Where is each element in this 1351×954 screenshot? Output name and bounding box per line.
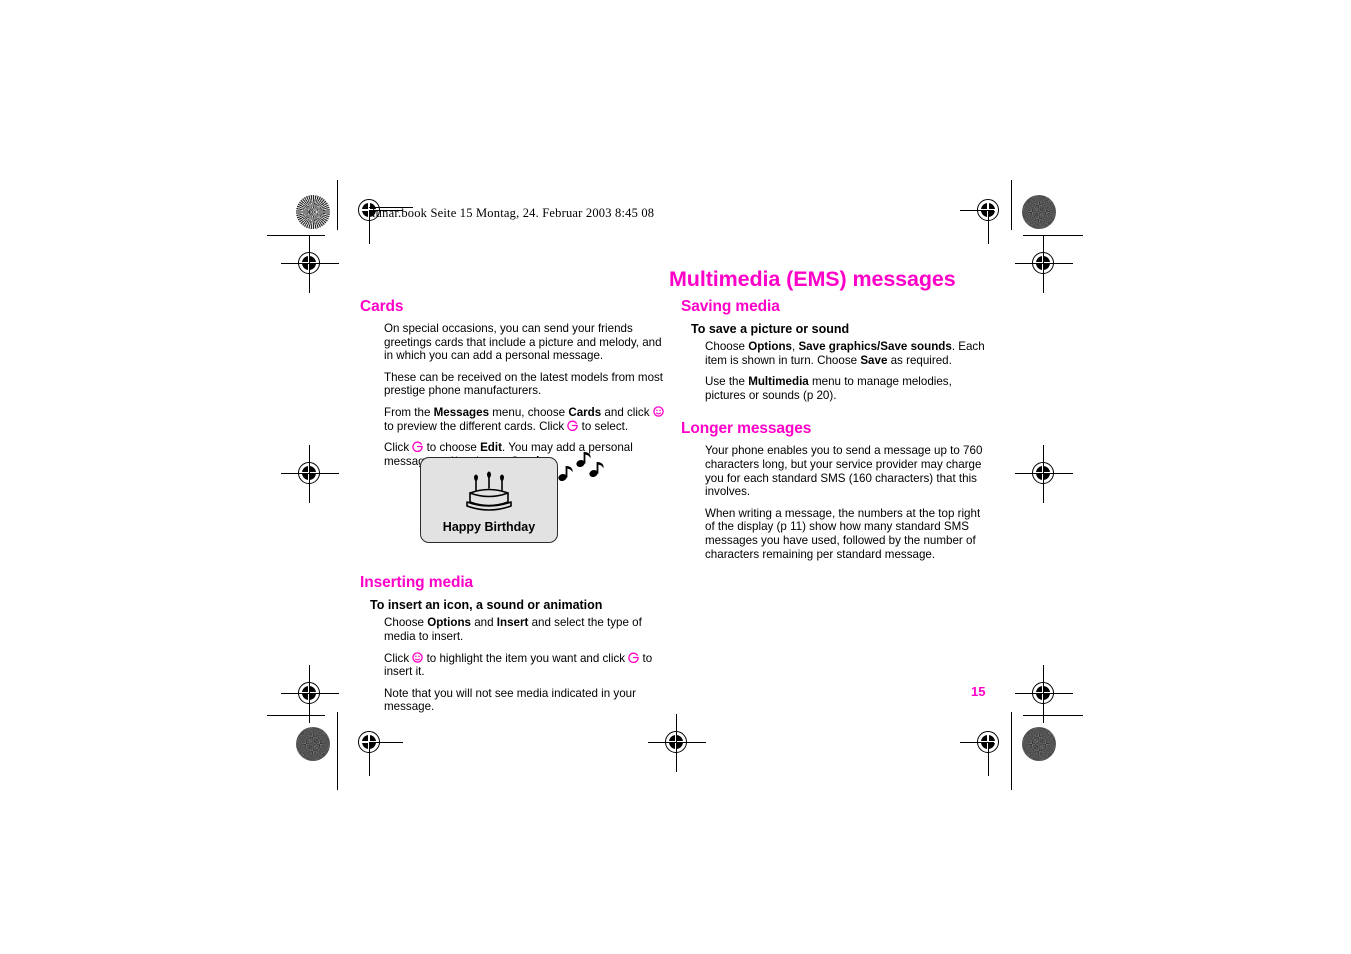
text-and-click: and click [601, 405, 653, 419]
menu-item-options: Options [427, 616, 471, 630]
registration-mark-bottom-right-inner [960, 720, 1012, 776]
registration-mark-right-middle [1015, 445, 1073, 503]
menu-item-insert: Insert [496, 616, 529, 630]
subheading-save-picture-or-sound: To save a picture or sound [691, 322, 850, 336]
crop-line-right-upper [1023, 235, 1083, 236]
halftone-target-top-left [296, 195, 330, 229]
text-to-select: to select. [578, 419, 629, 433]
text-menu-choose: menu, choose [489, 405, 569, 419]
joystick-select-icon [628, 652, 640, 663]
file-header-stamp: lunar.book Seite 15 Montag, 24. Februar … [372, 206, 655, 220]
card-preview-box: Happy Birthday [420, 457, 558, 543]
text-choose: Choose [384, 616, 428, 630]
crop-line-right-lower [1023, 715, 1083, 716]
text-and: and [470, 616, 497, 630]
menu-name-multimedia: Multimedia [748, 375, 809, 389]
crop-line-left-lower [267, 715, 325, 716]
crop-line-left-upper [267, 235, 325, 236]
paragraph-insert-click: Click to highlight the item you want and… [384, 652, 670, 679]
text-use-the: Use the [705, 375, 749, 389]
crop-line-vertical-right-bottom [1011, 712, 1012, 790]
paragraph-cards-compat: These can be received on the latest mode… [384, 370, 664, 398]
registration-mark-left-middle [281, 445, 339, 503]
paragraph-longer-messages-counter: When writing a message, the numbers at t… [705, 506, 981, 561]
document-page: lunar.book Seite 15 Montag, 24. Februar … [0, 0, 1351, 954]
joystick-select-icon [412, 441, 424, 453]
registration-mark-right-lower [1015, 665, 1073, 723]
music-notes-icon [558, 452, 612, 492]
crop-line-vertical-right [1011, 180, 1012, 230]
paragraph-insert-choose: Choose Options and Insert and select the… [384, 616, 670, 643]
registration-mark-bottom-left-inner [347, 720, 403, 776]
menu-item-save: Save [860, 353, 888, 367]
birthday-card-figure: Happy Birthday [420, 457, 558, 543]
page-number: 15 [971, 684, 986, 699]
paragraph-cards-intro: On special occasions, you can send your … [384, 322, 662, 363]
menu-item-cards: Cards [568, 405, 602, 419]
menu-item-save-graphics-sounds: Save graphics/Save sounds [798, 340, 952, 353]
text-click: Click [384, 441, 413, 455]
card-caption: Happy Birthday [442, 520, 536, 534]
joystick-select-icon [567, 420, 579, 431]
joystick-press-icon [412, 651, 424, 663]
section-heading-cards: Cards [360, 298, 404, 315]
registration-mark-left-upper [281, 235, 339, 293]
halftone-target-bottom-left [296, 727, 330, 761]
registration-mark-left-lower [281, 665, 339, 723]
text-click: Click [384, 651, 413, 665]
crop-line-vertical-left-bottom [337, 712, 338, 790]
text-preview-cards: to preview the different cards. Click [384, 419, 568, 433]
menu-item-options: Options [748, 340, 792, 353]
paragraph-insert-note: Note that you will not see media indicat… [384, 686, 636, 714]
paragraph-save-multimedia-menu: Use the Multimedia menu to manage melodi… [705, 375, 991, 402]
crop-line-vertical-left [337, 180, 338, 230]
registration-mark-top-right-inner [960, 188, 1012, 244]
menu-item-edit: Edit [480, 441, 502, 455]
paragraph-cards-messages-menu: From the Messages menu, choose Cards and… [384, 406, 670, 433]
paragraph-longer-messages-limits: Your phone enables you to send a message… [705, 444, 983, 499]
joystick-press-icon [653, 406, 664, 417]
section-heading-longer-messages: Longer messages [681, 420, 812, 438]
text-to-choose: to choose [423, 441, 481, 455]
section-heading-inserting-media: Inserting media [360, 574, 474, 592]
section-heading-saving-media: Saving media [681, 298, 780, 315]
registration-mark-bottom-center [648, 714, 706, 772]
text-as-required: as required. [887, 353, 952, 367]
text-from-the: From the [384, 405, 434, 419]
paragraph-save-choose: Choose Options, Save graphics/Save sound… [705, 340, 991, 367]
page-title: Multimedia (EMS) messages [669, 267, 956, 292]
menu-name-messages: Messages [433, 405, 490, 419]
halftone-target-top-right [1022, 195, 1056, 229]
halftone-target-bottom-right [1022, 727, 1056, 761]
text-highlight-item: to highlight the item you want and click [423, 651, 629, 665]
subheading-insert-icon-sound-animation: To insert an icon, a sound or animation [370, 598, 603, 613]
birthday-cake-icon [459, 466, 519, 519]
registration-mark-right-upper [1015, 235, 1073, 293]
text-choose: Choose [705, 340, 749, 353]
right-column: Saving media To save a picture or sound … [681, 298, 991, 569]
